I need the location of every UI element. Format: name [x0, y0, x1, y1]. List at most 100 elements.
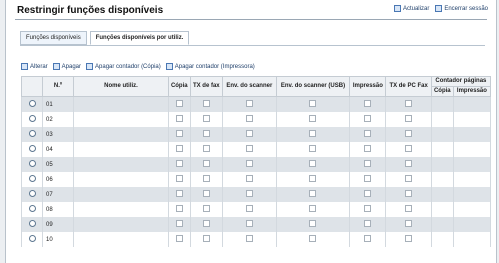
function-checkbox[interactable]: [175, 220, 183, 227]
function-checkbox-cell[interactable]: [168, 172, 191, 187]
table-row[interactable]: 05: [21, 157, 492, 172]
function-checkbox-cell[interactable]: [385, 217, 432, 232]
function-checkbox[interactable]: [405, 145, 413, 152]
function-checkbox[interactable]: [405, 205, 413, 212]
function-checkbox-cell[interactable]: [385, 187, 432, 202]
table-row[interactable]: 06: [21, 172, 492, 187]
row-radio[interactable]: [28, 235, 36, 242]
function-checkbox-cell[interactable]: [189, 127, 224, 142]
clear-copy-counter-button[interactable]: Apagar contador (Cópia): [86, 63, 161, 70]
function-checkbox[interactable]: [405, 130, 413, 137]
function-checkbox-cell[interactable]: [168, 96, 191, 112]
function-checkbox[interactable]: [309, 235, 317, 242]
function-checkbox-cell[interactable]: [222, 217, 277, 232]
function-checkbox[interactable]: [202, 115, 210, 122]
function-checkbox[interactable]: [364, 190, 372, 197]
table-row[interactable]: 07: [21, 187, 492, 202]
function-checkbox[interactable]: [202, 130, 210, 137]
function-checkbox-cell[interactable]: [385, 112, 432, 127]
function-checkbox[interactable]: [175, 115, 183, 122]
row-select-cell[interactable]: [21, 217, 43, 232]
function-checkbox-cell[interactable]: [222, 232, 277, 247]
function-checkbox-cell[interactable]: [349, 187, 387, 202]
function-checkbox-cell[interactable]: [168, 187, 191, 202]
function-checkbox[interactable]: [175, 130, 183, 137]
function-checkbox-cell[interactable]: [385, 202, 432, 217]
row-radio[interactable]: [28, 145, 36, 152]
function-checkbox[interactable]: [175, 205, 183, 212]
function-checkbox[interactable]: [309, 100, 317, 107]
function-checkbox-cell[interactable]: [275, 96, 351, 112]
function-checkbox[interactable]: [364, 100, 372, 107]
logout-link[interactable]: Encerrar sessão: [435, 5, 488, 12]
function-checkbox[interactable]: [245, 130, 253, 137]
tab-user-functions[interactable]: Funções disponíveis por utiliz.: [89, 31, 190, 45]
table-row[interactable]: 10: [21, 232, 492, 247]
function-checkbox[interactable]: [245, 190, 253, 197]
function-checkbox-cell[interactable]: [275, 172, 351, 187]
function-checkbox[interactable]: [245, 160, 253, 167]
function-checkbox[interactable]: [202, 235, 210, 242]
function-checkbox[interactable]: [175, 145, 183, 152]
function-checkbox-cell[interactable]: [189, 232, 224, 247]
function-checkbox-cell[interactable]: [275, 157, 351, 172]
function-checkbox-cell[interactable]: [275, 142, 351, 157]
function-checkbox-cell[interactable]: [349, 232, 387, 247]
row-radio[interactable]: [28, 205, 36, 212]
function-checkbox-cell[interactable]: [189, 96, 224, 112]
row-select-cell[interactable]: [21, 172, 43, 187]
function-checkbox-cell[interactable]: [275, 112, 351, 127]
row-radio[interactable]: [28, 115, 36, 122]
function-checkbox[interactable]: [245, 220, 253, 227]
row-select-cell[interactable]: [21, 202, 43, 217]
function-checkbox[interactable]: [175, 100, 183, 107]
function-checkbox-cell[interactable]: [349, 127, 387, 142]
function-checkbox[interactable]: [405, 235, 413, 242]
function-checkbox-cell[interactable]: [189, 187, 224, 202]
function-checkbox-cell[interactable]: [349, 157, 387, 172]
function-checkbox-cell[interactable]: [222, 202, 277, 217]
function-checkbox-cell[interactable]: [275, 217, 351, 232]
function-checkbox[interactable]: [364, 130, 372, 137]
function-checkbox[interactable]: [202, 205, 210, 212]
table-row[interactable]: 08: [21, 202, 492, 217]
function-checkbox[interactable]: [245, 235, 253, 242]
function-checkbox-cell[interactable]: [168, 217, 191, 232]
table-row[interactable]: 02: [21, 112, 492, 127]
function-checkbox[interactable]: [309, 160, 317, 167]
function-checkbox-cell[interactable]: [168, 202, 191, 217]
function-checkbox-cell[interactable]: [222, 142, 277, 157]
function-checkbox[interactable]: [202, 190, 210, 197]
row-select-cell[interactable]: [21, 157, 43, 172]
row-select-cell[interactable]: [21, 96, 43, 112]
function-checkbox[interactable]: [202, 175, 210, 182]
function-checkbox-cell[interactable]: [349, 217, 387, 232]
function-checkbox[interactable]: [309, 190, 317, 197]
function-checkbox[interactable]: [405, 100, 413, 107]
function-checkbox[interactable]: [202, 160, 210, 167]
function-checkbox-cell[interactable]: [189, 157, 224, 172]
function-checkbox-cell[interactable]: [222, 157, 277, 172]
function-checkbox-cell[interactable]: [275, 232, 351, 247]
table-row[interactable]: 03: [21, 127, 492, 142]
function-checkbox-cell[interactable]: [385, 172, 432, 187]
function-checkbox[interactable]: [405, 115, 413, 122]
function-checkbox-cell[interactable]: [168, 142, 191, 157]
function-checkbox-cell[interactable]: [349, 172, 387, 187]
function-checkbox[interactable]: [175, 160, 183, 167]
table-row[interactable]: 04: [21, 142, 492, 157]
clear-printer-counter-button[interactable]: Apagar contador (Impressora): [165, 63, 255, 70]
function-checkbox-cell[interactable]: [189, 112, 224, 127]
function-checkbox[interactable]: [309, 145, 317, 152]
function-checkbox[interactable]: [364, 205, 372, 212]
row-radio[interactable]: [28, 100, 36, 107]
row-select-cell[interactable]: [21, 187, 43, 202]
function-checkbox-cell[interactable]: [349, 112, 387, 127]
function-checkbox[interactable]: [364, 235, 372, 242]
function-checkbox[interactable]: [364, 220, 372, 227]
function-checkbox[interactable]: [405, 190, 413, 197]
function-checkbox[interactable]: [309, 220, 317, 227]
function-checkbox-cell[interactable]: [222, 96, 277, 112]
function-checkbox-cell[interactable]: [168, 232, 191, 247]
function-checkbox[interactable]: [202, 220, 210, 227]
